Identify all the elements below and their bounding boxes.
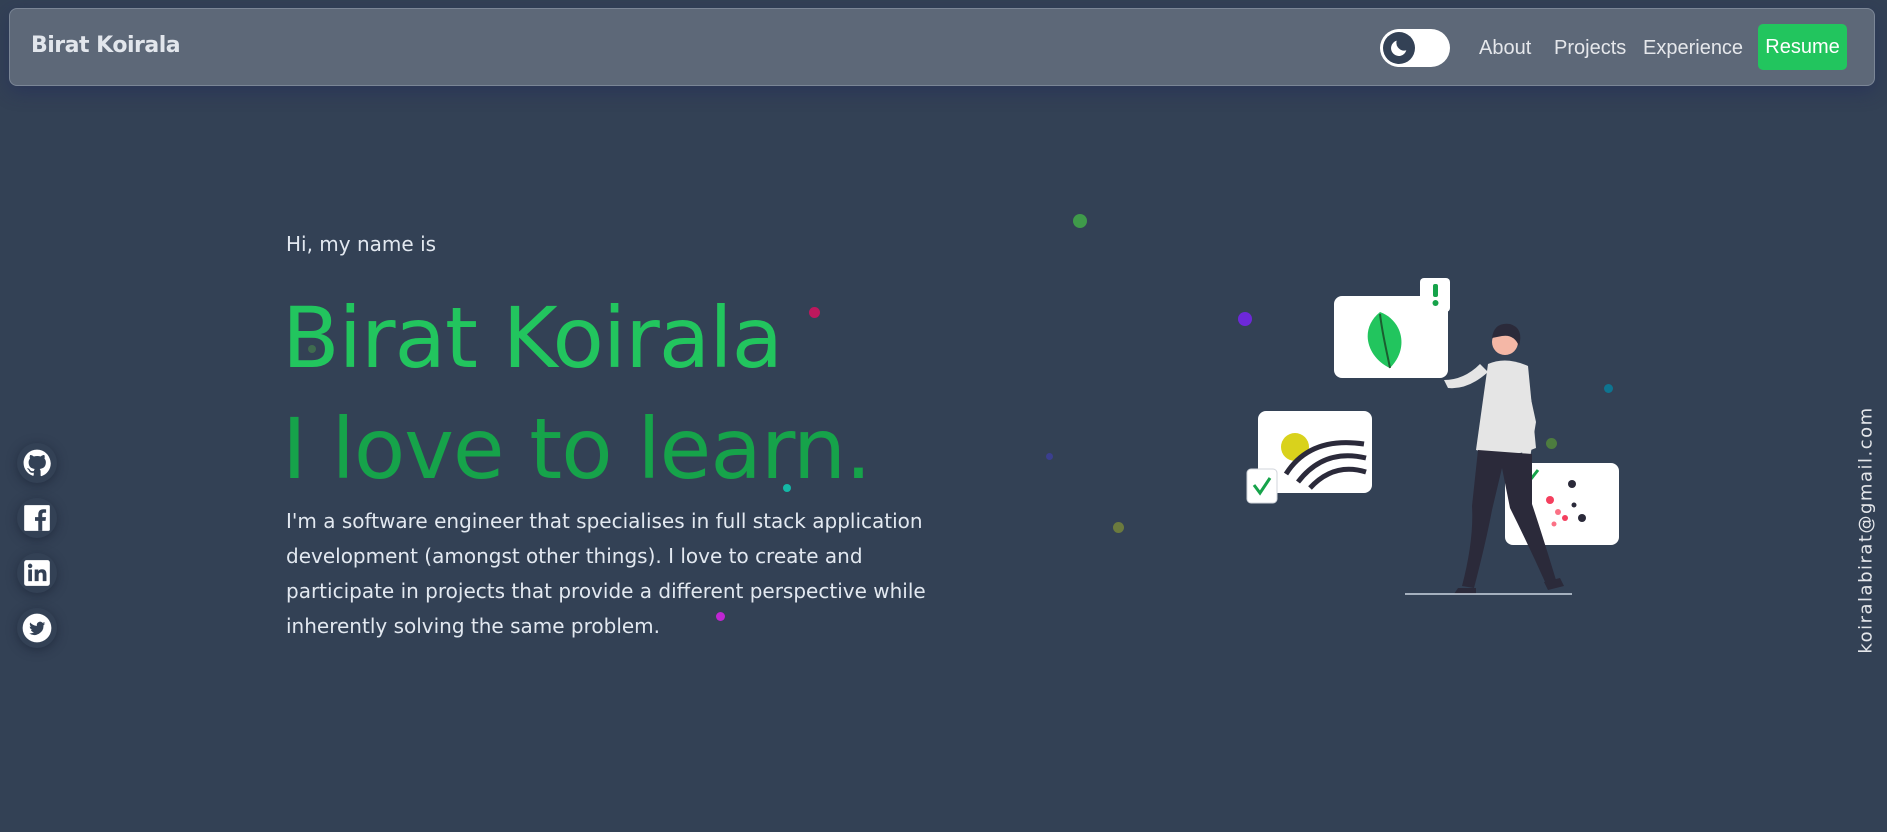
decorative-dot [783, 484, 791, 492]
github-link[interactable] [17, 443, 57, 483]
brand-logo[interactable]: Birat Koirala [31, 33, 181, 58]
github-icon [23, 449, 51, 477]
email-text: koiralabirat@gmail.com [1855, 406, 1877, 654]
decorative-dot [716, 612, 725, 621]
twitter-icon [22, 613, 52, 643]
email-link[interactable]: koiralabirat@gmail.com [1854, 402, 1878, 658]
decorative-dot [1113, 522, 1124, 533]
linkedin-icon [24, 560, 50, 586]
moon-icon [1383, 32, 1415, 64]
theme-toggle[interactable] [1380, 29, 1450, 67]
navbar: Birat Koirala About Projects Experience … [9, 8, 1875, 86]
decorative-dot [308, 345, 316, 353]
twitter-link[interactable] [17, 608, 57, 648]
decorative-dot [1046, 453, 1053, 460]
nav-link-experience[interactable]: Experience [1643, 37, 1743, 60]
decorative-dot [1073, 214, 1087, 228]
facebook-link[interactable] [17, 498, 57, 538]
page: Birat Koirala About Projects Experience … [0, 0, 1887, 832]
greeting-text: Hi, my name is [286, 232, 437, 256]
facebook-icon [24, 505, 50, 531]
learning-illustration [1246, 278, 1619, 595]
resume-button[interactable]: Resume [1758, 24, 1847, 70]
hero-bio: I'm a software engineer that specialises… [286, 509, 926, 638]
decorative-dot [809, 307, 820, 318]
nav-link-about[interactable]: About [1479, 37, 1531, 60]
hero-name: Birat Koirala [282, 289, 783, 387]
nav-link-projects[interactable]: Projects [1554, 37, 1626, 60]
linkedin-link[interactable] [17, 553, 57, 593]
